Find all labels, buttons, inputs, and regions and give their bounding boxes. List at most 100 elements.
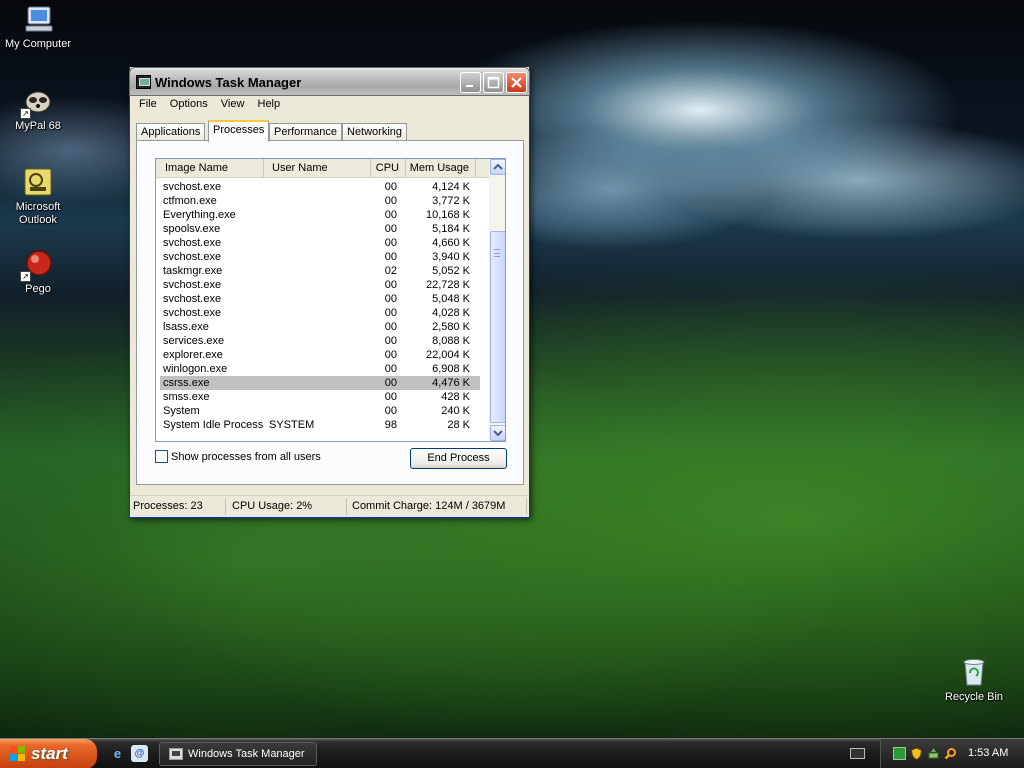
internet-explorer-icon[interactable]: e: [109, 745, 126, 762]
desktop-icon-label: MyPal 68: [15, 120, 61, 132]
process-image-name: svchost.exe: [163, 251, 222, 263]
taskbar-button-task-manager[interactable]: Windows Task Manager: [159, 742, 317, 766]
process-mem-usage: 5,052 K: [432, 265, 470, 277]
task-manager-icon: [169, 748, 183, 760]
desktop-icon-pego[interactable]: ↗ Pego: [0, 248, 76, 296]
start-button[interactable]: start: [0, 739, 97, 768]
process-row[interactable]: spoolsv.exe 00 5,184 K: [156, 222, 489, 236]
process-image-name: services.exe: [163, 335, 225, 347]
tab-processes[interactable]: Processes: [208, 120, 270, 142]
desktop-icon-label: Pego: [25, 283, 51, 295]
taskbar: start e @ Windows Task Manager 1:53 AM: [0, 738, 1024, 768]
security-shield-icon[interactable]: [910, 747, 923, 761]
show-all-users-checkbox[interactable]: Show processes from all users: [155, 450, 321, 464]
process-image-name: svchost.exe: [163, 307, 222, 319]
safely-remove-icon[interactable]: [927, 747, 940, 760]
tab-applications[interactable]: Applications: [136, 123, 206, 141]
process-image-name: Everything.exe: [163, 209, 236, 221]
process-cpu: 00: [384, 321, 397, 333]
column-header-mem-usage[interactable]: Mem Usage: [406, 159, 476, 177]
menu-options[interactable]: Options: [165, 96, 213, 112]
close-icon: [511, 77, 522, 88]
menu-file[interactable]: File: [134, 96, 162, 112]
process-row[interactable]: svchost.exe 00 3,940 K: [156, 250, 489, 264]
process-row[interactable]: lsass.exe 00 2,580 K: [156, 320, 489, 334]
process-row[interactable]: ctfmon.exe 00 3,772 K: [156, 194, 489, 208]
scroll-up-button[interactable]: [490, 159, 505, 175]
show-all-users-label: Show processes from all users: [171, 451, 321, 463]
minimize-button[interactable]: [460, 72, 481, 93]
network-icon[interactable]: [893, 747, 906, 760]
task-manager-icon: [136, 75, 151, 89]
process-image-name: spoolsv.exe: [163, 223, 221, 235]
title-bar[interactable]: Windows Task Manager: [129, 67, 530, 96]
process-row[interactable]: svchost.exe 00 4,660 K: [156, 236, 489, 250]
process-row[interactable]: svchost.exe 00 22,728 K: [156, 278, 489, 292]
process-row[interactable]: svchost.exe 00 4,124 K: [156, 180, 489, 194]
process-row[interactable]: svchost.exe 00 4,028 K: [156, 306, 489, 320]
process-cpu: 00: [384, 335, 397, 347]
process-row[interactable]: svchost.exe 00 5,048 K: [156, 292, 489, 306]
outlook-icon: [22, 166, 54, 198]
process-mem-usage: 10,168 K: [425, 209, 470, 221]
process-row[interactable]: winlogon.exe 00 6,908 K: [156, 362, 489, 376]
process-mem-usage: 4,124 K: [432, 181, 470, 193]
outlook-express-icon[interactable]: @: [131, 745, 148, 762]
desktop-icon-recycle-bin[interactable]: Recycle Bin: [936, 656, 1012, 704]
close-button[interactable]: [506, 72, 527, 93]
process-cpu: 00: [384, 237, 397, 249]
process-row[interactable]: smss.exe 00 428 K: [156, 390, 489, 404]
desktop-icon-label: Microsoft Outlook: [15, 201, 61, 226]
vertical-scrollbar[interactable]: [489, 159, 505, 441]
tab-performance[interactable]: Performance: [269, 123, 342, 141]
column-header-image-name[interactable]: Image Name: [156, 159, 264, 177]
process-row[interactable]: csrss.exe 00 4,476 K: [160, 376, 480, 390]
clock[interactable]: 1:53 AM: [968, 747, 1008, 759]
desktop-icon-my-computer[interactable]: My Computer: [0, 3, 76, 51]
process-mem-usage: 5,184 K: [432, 223, 470, 235]
start-label: start: [31, 744, 68, 763]
process-row[interactable]: taskmgr.exe 02 5,052 K: [156, 264, 489, 278]
end-process-button[interactable]: End Process: [410, 448, 507, 469]
process-mem-usage: 240 K: [441, 405, 470, 417]
process-cpu: 00: [384, 307, 397, 319]
checkbox-box[interactable]: [155, 450, 168, 463]
process-row[interactable]: System Idle Process SYSTEM 98 28 K: [156, 418, 489, 432]
process-user-name: SYSTEM: [269, 419, 315, 431]
process-cpu: 00: [384, 405, 397, 417]
desktop-icon-outlook[interactable]: Microsoft Outlook: [0, 166, 76, 227]
tab-networking[interactable]: Networking: [342, 123, 408, 141]
process-image-name: System: [163, 405, 200, 417]
scroll-thumb[interactable]: [490, 231, 505, 423]
menu-view[interactable]: View: [216, 96, 250, 112]
menu-help[interactable]: Help: [253, 96, 286, 112]
processes-panel: Image Name User Name CPU Mem Usage svcho…: [136, 140, 524, 485]
process-cpu: 00: [384, 195, 397, 207]
pego-icon: ↗: [20, 248, 54, 282]
process-mem-usage: 428 K: [441, 391, 470, 403]
scroll-down-button[interactable]: [490, 425, 505, 441]
minimize-icon: [466, 85, 473, 87]
chevron-down-icon: [493, 430, 503, 437]
process-list[interactable]: Image Name User Name CPU Mem Usage svcho…: [155, 158, 506, 442]
maximize-button[interactable]: [483, 72, 504, 93]
process-row[interactable]: services.exe 00 8,088 K: [156, 334, 489, 348]
process-row[interactable]: System 00 240 K: [156, 404, 489, 418]
taskbar-button-label: Windows Task Manager: [188, 748, 305, 760]
column-header-user-name[interactable]: User Name: [264, 159, 371, 177]
process-mem-usage: 5,048 K: [432, 293, 470, 305]
process-rows: svchost.exe 00 4,124 Kctfmon.exe 00 3,772 KE…: [156, 180, 489, 432]
search-icon[interactable]: [944, 747, 957, 760]
process-mem-usage: 4,660 K: [432, 237, 470, 249]
process-cpu: 98: [384, 419, 397, 431]
desktop-icon-label: Recycle Bin: [944, 691, 1004, 703]
desktop-icon-mypal[interactable]: ↗ MyPal 68: [0, 85, 76, 133]
process-row[interactable]: Everything.exe 00 10,168 K: [156, 208, 489, 222]
column-header-cpu[interactable]: CPU: [371, 159, 406, 177]
process-row[interactable]: explorer.exe 00 22,004 K: [156, 348, 489, 362]
process-image-name: svchost.exe: [163, 237, 222, 249]
keyboard-icon[interactable]: [850, 748, 865, 759]
system-tray: 1:53 AM: [880, 739, 1024, 768]
scroll-grip-icon: [494, 249, 500, 257]
process-image-name: taskmgr.exe: [163, 265, 223, 277]
